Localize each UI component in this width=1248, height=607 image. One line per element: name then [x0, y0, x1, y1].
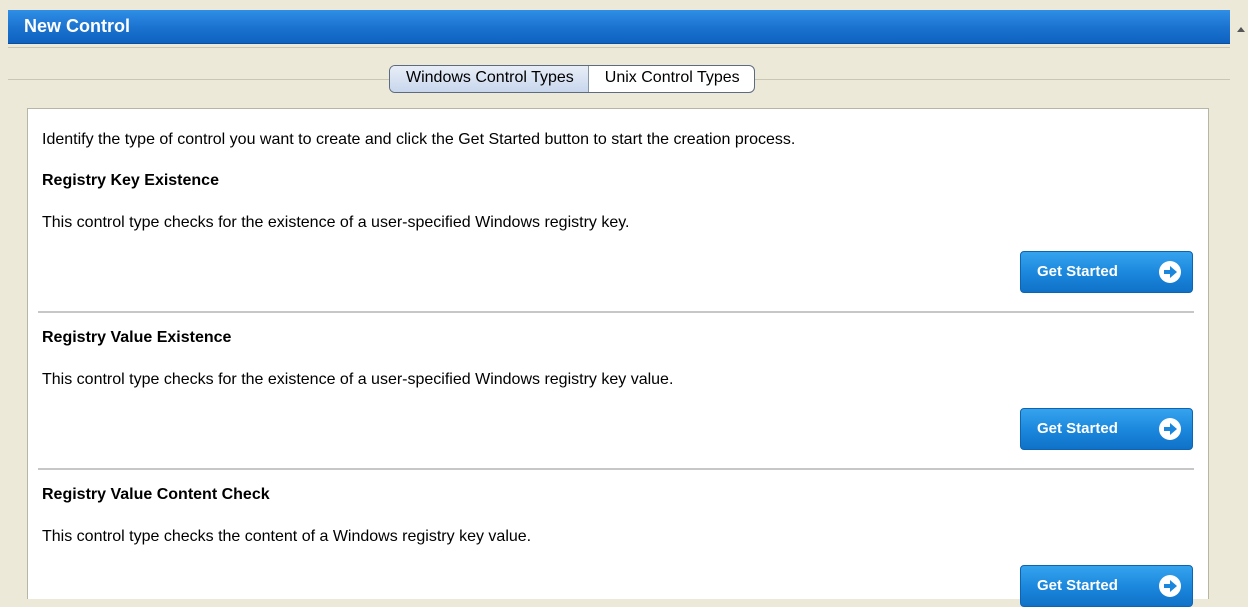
control-types-panel: Identify the type of control you want to… [27, 108, 1209, 607]
get-started-button[interactable]: Get Started [1020, 565, 1193, 607]
get-started-label: Get Started [1037, 420, 1118, 437]
arrow-circle-right-icon [1159, 575, 1181, 597]
control-description: This control type checks for the existen… [42, 371, 674, 388]
tab-bar-divider [8, 47, 1230, 48]
tab-windows-control-types[interactable]: Windows Control Types [390, 66, 588, 92]
control-description: This control type checks the content of … [42, 528, 532, 545]
control-heading: Registry Key Existence [42, 172, 219, 189]
control-heading: Registry Value Content Check [42, 486, 270, 503]
intro-text: Identify the type of control you want to… [42, 131, 796, 148]
get-started-label: Get Started [1037, 577, 1118, 594]
section-divider [38, 468, 1194, 470]
title-bar: New Control [8, 10, 1230, 44]
arrow-circle-right-icon [1159, 261, 1181, 283]
get-started-label: Get Started [1037, 263, 1118, 280]
arrow-circle-right-icon [1159, 418, 1181, 440]
get-started-button[interactable]: Get Started [1020, 251, 1193, 293]
new-control-window: New Control Windows Control Types Unix C… [0, 0, 1248, 607]
section-divider [38, 311, 1194, 313]
control-heading: Registry Value Existence [42, 329, 232, 346]
control-description: This control type checks for the existen… [42, 214, 630, 231]
tab-unix-control-types[interactable]: Unix Control Types [587, 66, 754, 92]
control-type-tabs: Windows Control Types Unix Control Types [389, 65, 755, 93]
scroll-up-icon[interactable] [1234, 22, 1248, 38]
window-title: New Control [24, 16, 130, 36]
get-started-button[interactable]: Get Started [1020, 408, 1193, 450]
